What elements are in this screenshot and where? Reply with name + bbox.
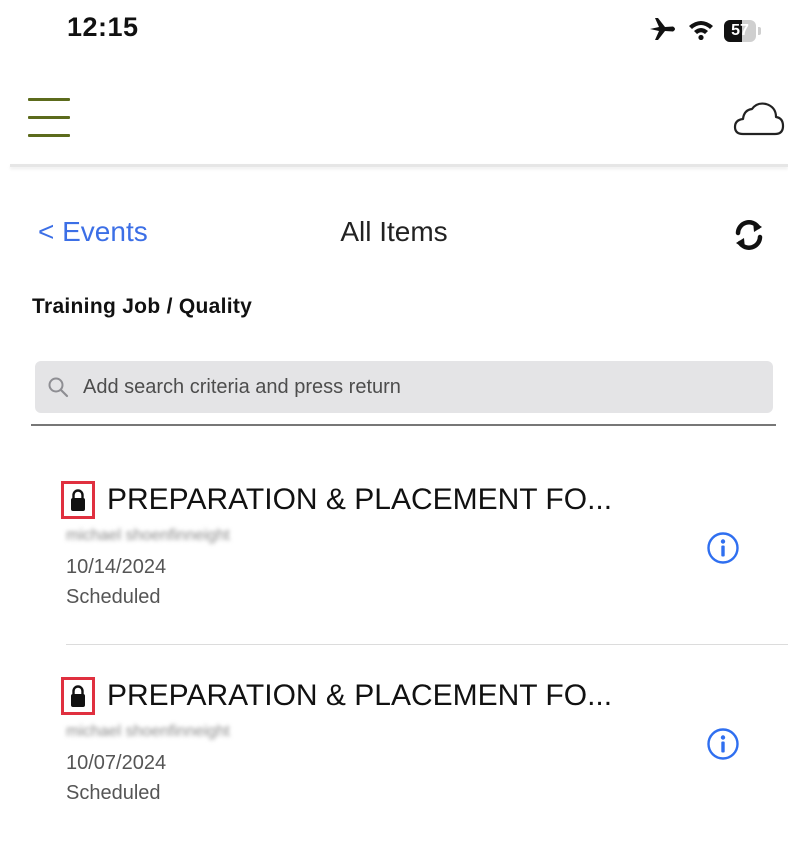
search-underline bbox=[31, 424, 776, 426]
section-title: Training Job / Quality bbox=[32, 295, 253, 318]
search-input[interactable] bbox=[83, 361, 763, 413]
wifi-icon bbox=[688, 18, 714, 45]
item-date: 10/14/2024 bbox=[66, 556, 167, 578]
header-divider bbox=[10, 164, 788, 167]
lock-icon bbox=[61, 481, 95, 519]
hamburger-menu-icon[interactable] bbox=[28, 96, 72, 140]
battery-level: 57 bbox=[731, 22, 749, 39]
info-icon[interactable] bbox=[706, 531, 740, 565]
list-item[interactable]: PREPARATION & PLACEMENT FO... michael sh… bbox=[0, 468, 788, 664]
refresh-icon[interactable] bbox=[732, 218, 766, 252]
status-icons: 57 bbox=[648, 14, 762, 48]
item-status: Scheduled bbox=[66, 782, 161, 804]
item-date: 10/07/2024 bbox=[66, 752, 167, 774]
battery-icon: 57 bbox=[724, 20, 762, 42]
item-divider bbox=[66, 644, 788, 645]
status-time: 12:15 bbox=[67, 12, 139, 42]
airplane-icon bbox=[648, 16, 678, 47]
cloud-icon[interactable] bbox=[733, 100, 785, 140]
search-icon bbox=[47, 376, 69, 398]
item-owner: michael shoenfinneight bbox=[66, 723, 230, 740]
lock-icon bbox=[61, 677, 95, 715]
item-owner: michael shoenfinneight bbox=[66, 527, 230, 544]
back-to-events-link[interactable]: < Events bbox=[38, 216, 148, 248]
list-item[interactable]: PREPARATION & PLACEMENT FO... michael sh… bbox=[0, 664, 788, 860]
search-box[interactable] bbox=[35, 361, 773, 413]
item-status: Scheduled bbox=[66, 586, 161, 608]
item-title: PREPARATION & PLACEMENT FO... bbox=[107, 483, 613, 516]
info-icon[interactable] bbox=[706, 727, 740, 761]
item-title: PREPARATION & PLACEMENT FO... bbox=[107, 679, 613, 712]
